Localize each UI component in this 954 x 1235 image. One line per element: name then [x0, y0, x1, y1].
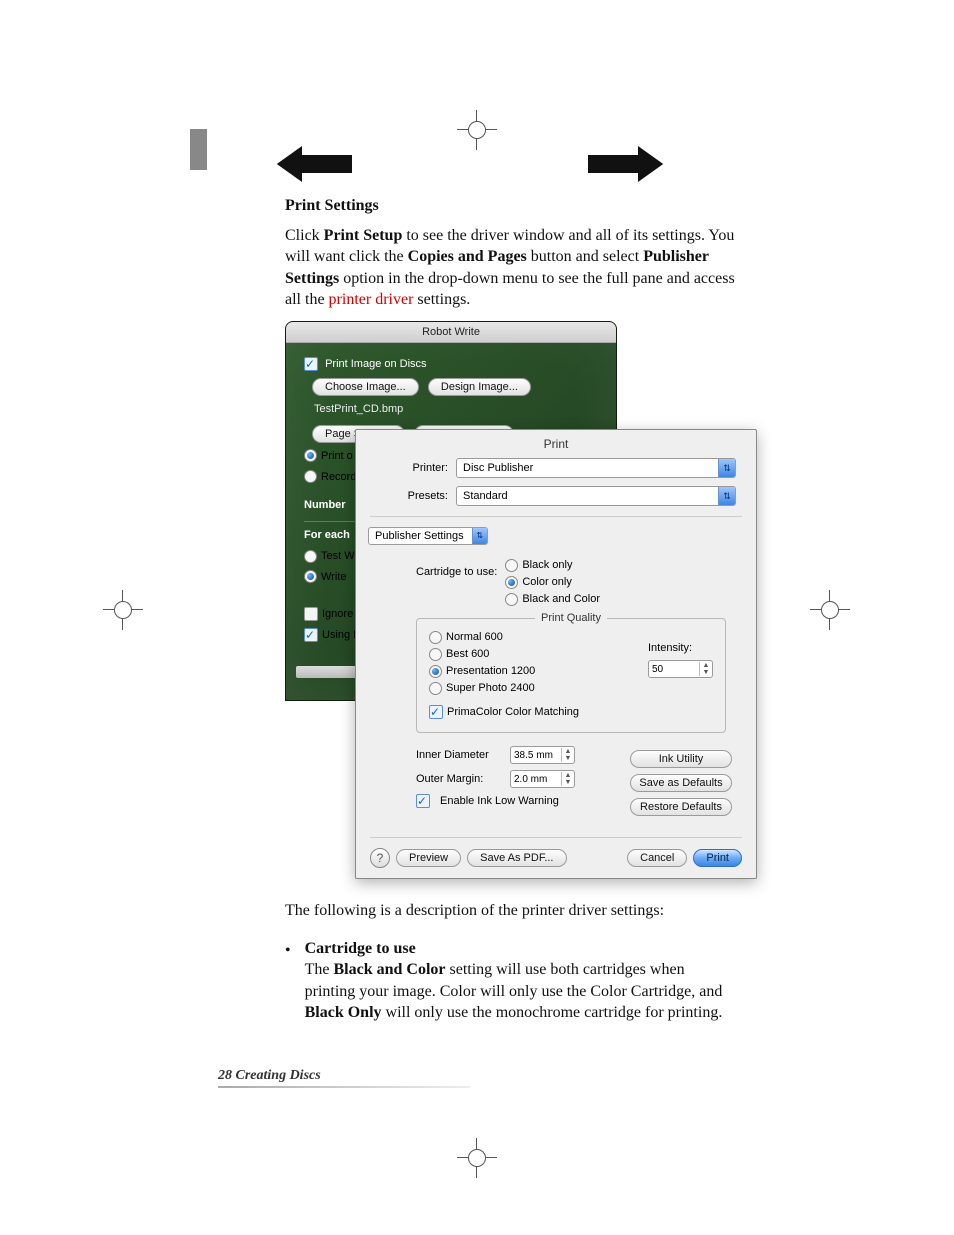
save-defaults-button[interactable]: Save as Defaults: [630, 774, 732, 792]
ink-low-warning-checkbox[interactable]: [416, 794, 430, 808]
choose-image-button[interactable]: Choose Image...: [312, 378, 419, 396]
print-image-checkbox[interactable]: [304, 357, 318, 371]
print-image-label: Print Image on Discs: [325, 358, 426, 370]
outer-margin-value[interactable]: [511, 774, 561, 785]
design-image-button[interactable]: Design Image...: [428, 378, 531, 396]
quality-normal-600-radio[interactable]: [429, 631, 442, 644]
image-filename: TestPrint_CD.bmp: [314, 402, 606, 417]
crop-mark-icon: [457, 1138, 497, 1178]
chevron-updown-icon: ⇅: [718, 487, 735, 505]
using-checkbox[interactable]: [304, 628, 318, 642]
printer-select[interactable]: Disc Publisher ⇅: [456, 458, 736, 478]
inner-diameter-stepper[interactable]: ▲▼: [510, 746, 575, 764]
presets-select[interactable]: Standard ⇅: [456, 486, 736, 506]
bullet-title: Cartridge to use: [305, 940, 416, 957]
section-heading: Print Settings: [285, 195, 745, 217]
help-icon[interactable]: ?: [370, 848, 390, 868]
print-quality-title: Print Quality: [535, 611, 607, 626]
write-radio[interactable]: [304, 570, 317, 583]
cartridge-label: Cartridge to use:: [416, 557, 497, 608]
cartridge-black-radio[interactable]: [505, 559, 518, 572]
intensity-label: Intensity:: [648, 641, 713, 656]
cartridge-color-radio[interactable]: [505, 576, 518, 589]
restore-defaults-button[interactable]: Restore Defaults: [630, 798, 732, 816]
intensity-value[interactable]: [649, 664, 699, 675]
inner-diameter-label: Inner Diameter: [416, 748, 504, 763]
driver-settings-intro: The following is a description of the pr…: [285, 900, 725, 922]
print-quality-group: Print Quality Normal 600 Best 600 Presen…: [416, 618, 726, 733]
chevron-updown-icon: ⇅: [718, 459, 735, 477]
ink-low-warning-label: Enable Ink Low Warning: [440, 794, 559, 809]
embedded-screenshot: Robot Write Print Image on Discs Choose …: [285, 321, 755, 877]
quality-best-600-radio[interactable]: [429, 648, 442, 661]
dialog-title: Print: [356, 430, 756, 454]
chevron-updown-icon: ⇅: [472, 528, 487, 544]
crop-mark-icon: [810, 590, 850, 630]
bullet-cartridge: • Cartridge to use The Black and Color s…: [285, 938, 725, 1024]
arrow-right-icon[interactable]: [585, 140, 665, 188]
printer-label: Printer:: [376, 461, 448, 476]
primacolor-checkbox[interactable]: [429, 705, 443, 719]
crop-line: [190, 129, 207, 170]
print-radio[interactable]: [304, 449, 317, 462]
intro-paragraph: Click Print Setup to see the driver wind…: [285, 225, 745, 311]
inner-diameter-value[interactable]: [511, 750, 561, 761]
section-select[interactable]: Publisher Settings ⇅: [368, 527, 488, 545]
preview-button[interactable]: Preview: [396, 849, 461, 867]
printer-driver-link[interactable]: printer driver: [329, 291, 414, 308]
window-title: Robot Write: [286, 322, 616, 343]
quality-super-photo-2400-radio[interactable]: [429, 682, 442, 695]
footer-rule: [218, 1086, 470, 1088]
intensity-stepper[interactable]: ▲▼: [648, 660, 713, 678]
cartridge-both-radio[interactable]: [505, 593, 518, 606]
save-as-pdf-button[interactable]: Save As PDF...: [467, 849, 566, 867]
page-footer: 28 Creating Discs: [218, 1068, 321, 1084]
quality-presentation-1200-radio[interactable]: [429, 665, 442, 678]
cancel-button[interactable]: Cancel: [627, 849, 687, 867]
presets-label: Presets:: [376, 489, 448, 504]
record-radio[interactable]: [304, 470, 317, 483]
outer-margin-label: Outer Margin:: [416, 772, 504, 787]
ignore-checkbox[interactable]: [304, 607, 318, 621]
crop-mark-icon: [103, 590, 143, 630]
ink-utility-button[interactable]: Ink Utility: [630, 750, 732, 768]
arrow-left-icon[interactable]: [275, 140, 355, 188]
print-button[interactable]: Print: [693, 849, 742, 867]
print-dialog: Print Printer: Disc Publisher ⇅ Presets:…: [355, 429, 757, 879]
test-write-radio[interactable]: [304, 550, 317, 563]
outer-margin-stepper[interactable]: ▲▼: [510, 770, 575, 788]
